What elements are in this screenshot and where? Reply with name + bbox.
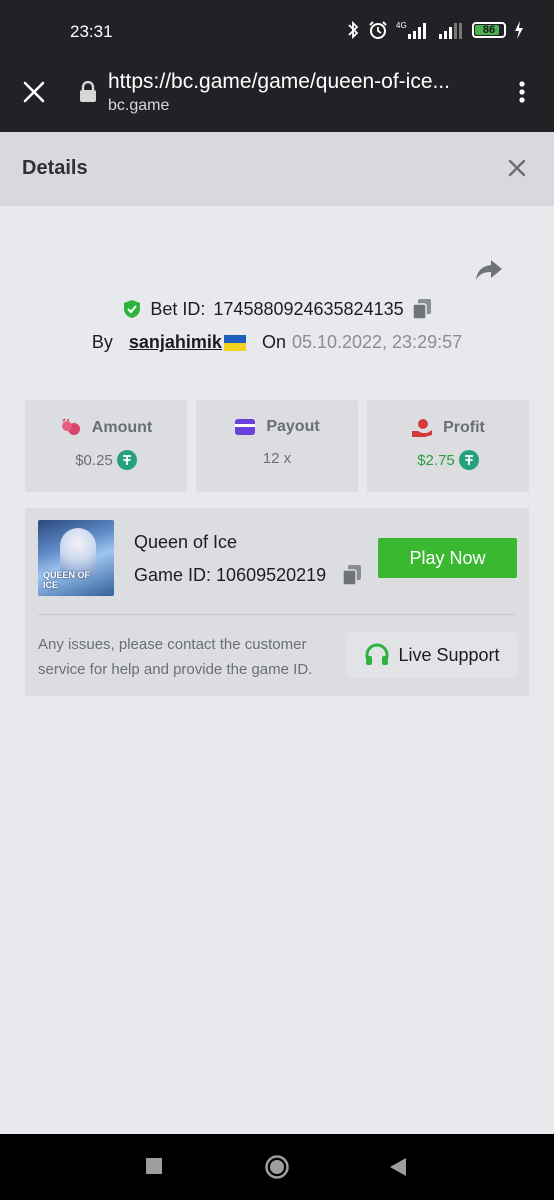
game-id-text: Game ID: 10609520219 — [134, 564, 327, 585]
profit-card: Profit $2.75 — [367, 400, 529, 492]
on-label: On — [261, 332, 286, 352]
android-nav-bar — [0, 1134, 554, 1200]
recents-icon[interactable] — [146, 1158, 162, 1174]
svg-text:4G: 4G — [396, 21, 407, 30]
hand-coin-icon — [412, 419, 433, 437]
amount-value: $0.25 — [75, 451, 113, 469]
close-tab-icon[interactable] — [20, 78, 48, 106]
back-icon[interactable] — [388, 1156, 408, 1178]
bet-id-row: Bet ID: 1745880924635824135 — [0, 298, 554, 320]
copy-icon[interactable] — [411, 298, 432, 320]
share-icon[interactable] — [474, 256, 504, 284]
live-support-button[interactable]: Live Support — [347, 632, 517, 678]
alarm-icon — [369, 21, 387, 39]
bet-id-label: Bet ID: — [150, 298, 206, 319]
address-url[interactable]: https://bc.game/game/queen-of-ice... — [108, 70, 498, 94]
game-id-row: Game ID: 10609520219 — [134, 564, 362, 586]
more-vert-icon[interactable] — [510, 78, 534, 106]
game-card: QUEEN OF ICE Queen of Ice Game ID: 10609… — [25, 508, 529, 696]
payout-card: Payout 12 x — [196, 400, 358, 492]
username-link[interactable]: sanjahimik — [129, 332, 222, 353]
browser-bar: https://bc.game/game/queen-of-ice... bc.… — [0, 62, 554, 132]
battery-icon: 86 — [472, 22, 506, 38]
bluetooth-icon — [348, 20, 359, 40]
ukraine-flag-icon — [223, 334, 246, 351]
home-icon[interactable] — [264, 1154, 290, 1180]
battery-level: 86 — [482, 24, 496, 36]
thumbnail-caption: QUEEN OF ICE — [43, 570, 91, 590]
signal-icon — [439, 23, 462, 39]
bet-meta-row: By sanjahimik On 05.10.2022, 23:29:57 — [0, 332, 554, 353]
tether-icon — [116, 450, 137, 470]
signal-4g-icon: 4G — [396, 21, 426, 39]
close-icon[interactable] — [506, 157, 528, 179]
amount-card: Amount $0.25 — [25, 400, 187, 492]
profit-label: Profit — [443, 419, 485, 436]
charging-icon — [515, 21, 523, 39]
lock-icon — [80, 81, 96, 102]
game-name: Queen of Ice — [134, 532, 238, 552]
payout-value: 12 x — [262, 450, 292, 467]
profit-value-row: $2.75 — [367, 450, 529, 470]
payout-label: Payout — [266, 418, 320, 435]
coins-icon — [61, 418, 80, 435]
divider — [38, 614, 516, 615]
play-now-button[interactable]: Play Now — [378, 538, 517, 578]
bet-id-value: 1745880924635824135 — [213, 298, 404, 319]
copy-icon[interactable] — [342, 564, 362, 586]
payout-header: Payout — [196, 418, 358, 436]
game-thumbnail[interactable]: QUEEN OF ICE — [38, 520, 114, 596]
headset-icon — [365, 643, 389, 665]
live-support-label: Live Support — [398, 644, 500, 665]
amount-value-row: $0.25 — [25, 450, 187, 470]
details-header: Details — [0, 132, 554, 206]
status-icons: 4G 86 — [346, 20, 524, 40]
profit-header: Profit — [367, 418, 529, 438]
amount-header: Amount — [25, 418, 187, 438]
details-content: Bet ID: 1745880924635824135 By sanjahimi… — [0, 206, 554, 1134]
amount-label: Amount — [91, 419, 153, 436]
by-label: By — [91, 332, 113, 352]
address-domain: bc.game — [108, 97, 170, 114]
status-time: 23:31 — [70, 22, 113, 41]
card-icon — [235, 419, 256, 435]
issues-text: Any issues, please contact the customer … — [38, 636, 313, 678]
profit-value: $2.75 — [417, 451, 455, 469]
tether-icon — [458, 450, 479, 470]
payout-value-row: 12 x — [196, 450, 358, 467]
shield-check-icon — [124, 300, 141, 318]
status-bar: 23:31 4G 86 — [0, 0, 554, 62]
bet-date: 05.10.2022, 23:29:57 — [291, 332, 463, 352]
details-title: Details — [22, 157, 88, 179]
